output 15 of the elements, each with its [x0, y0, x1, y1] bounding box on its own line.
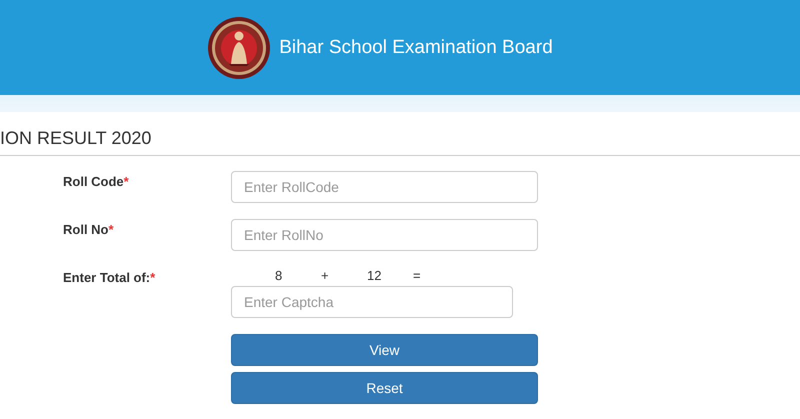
captcha-field[interactable]: Enter Captcha — [231, 286, 513, 318]
input-field[interactable]: Enter RollCode — [231, 171, 538, 203]
captcha-text: = — [413, 270, 422, 282]
action-button[interactable]: Reset — [231, 372, 538, 404]
captcha-text: + — [321, 270, 330, 282]
captcha-text: 12 — [367, 270, 382, 282]
input-field[interactable]: Enter RollNo — [231, 219, 538, 251]
action-button[interactable]: View — [231, 334, 538, 366]
seal-logo — [207, 16, 272, 80]
field-label: Roll Code* — [62, 173, 130, 191]
board-title: Bihar School Examination Board — [279, 36, 553, 58]
field-label: Enter Total of:* — [62, 269, 156, 287]
field-label: Roll No* — [62, 221, 115, 239]
captcha-text: 8 — [275, 270, 284, 282]
page-title: ION RESULT 2020 — [0, 112, 800, 156]
